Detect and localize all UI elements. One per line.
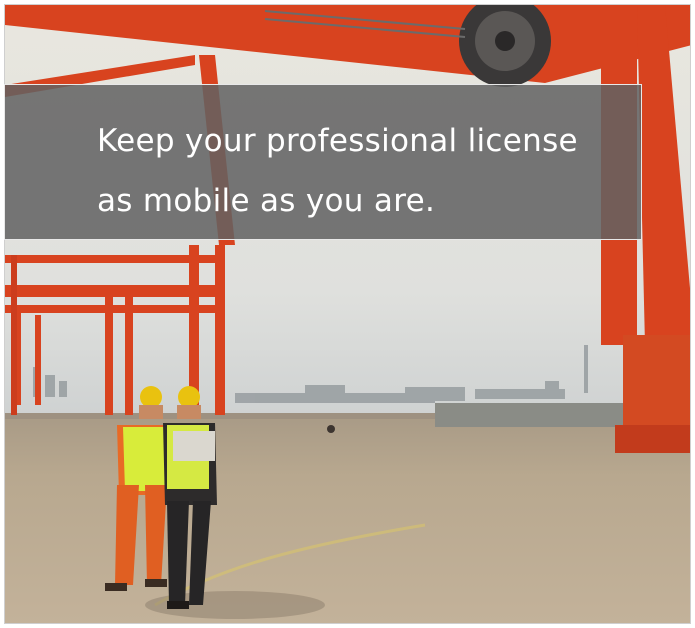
headline-line-1: Keep your professional license [97,123,578,159]
headline-banner: Keep your professional license as mobile … [4,84,642,240]
headline-text: Keep your professional license as mobile … [97,111,637,231]
ground [5,413,690,623]
headline-line-2: as mobile as you are. [97,183,436,219]
